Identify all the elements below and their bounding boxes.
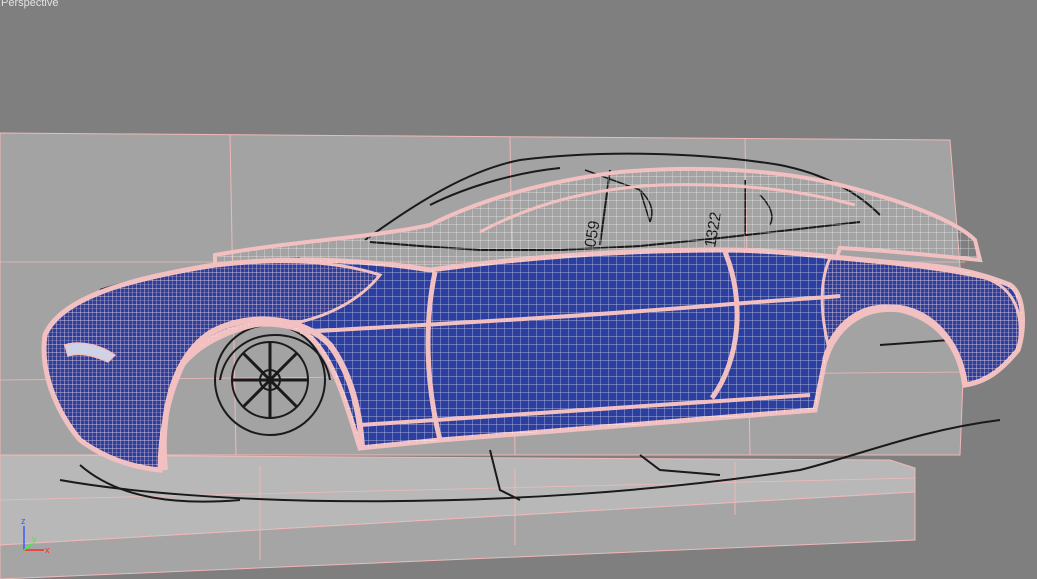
- x-axis-label: x: [45, 545, 50, 555]
- axis-gizmo: z x y: [21, 516, 50, 555]
- z-axis-label: z: [21, 516, 26, 526]
- perspective-viewport[interactable]: Perspective z x y: [0, 0, 1037, 579]
- y-axis-line: [23, 543, 33, 551]
- y-axis-label: y: [32, 534, 37, 544]
- scene-canvas[interactable]: 059 1322: [0, 0, 1037, 579]
- viewport-label[interactable]: Perspective: [1, 0, 58, 9]
